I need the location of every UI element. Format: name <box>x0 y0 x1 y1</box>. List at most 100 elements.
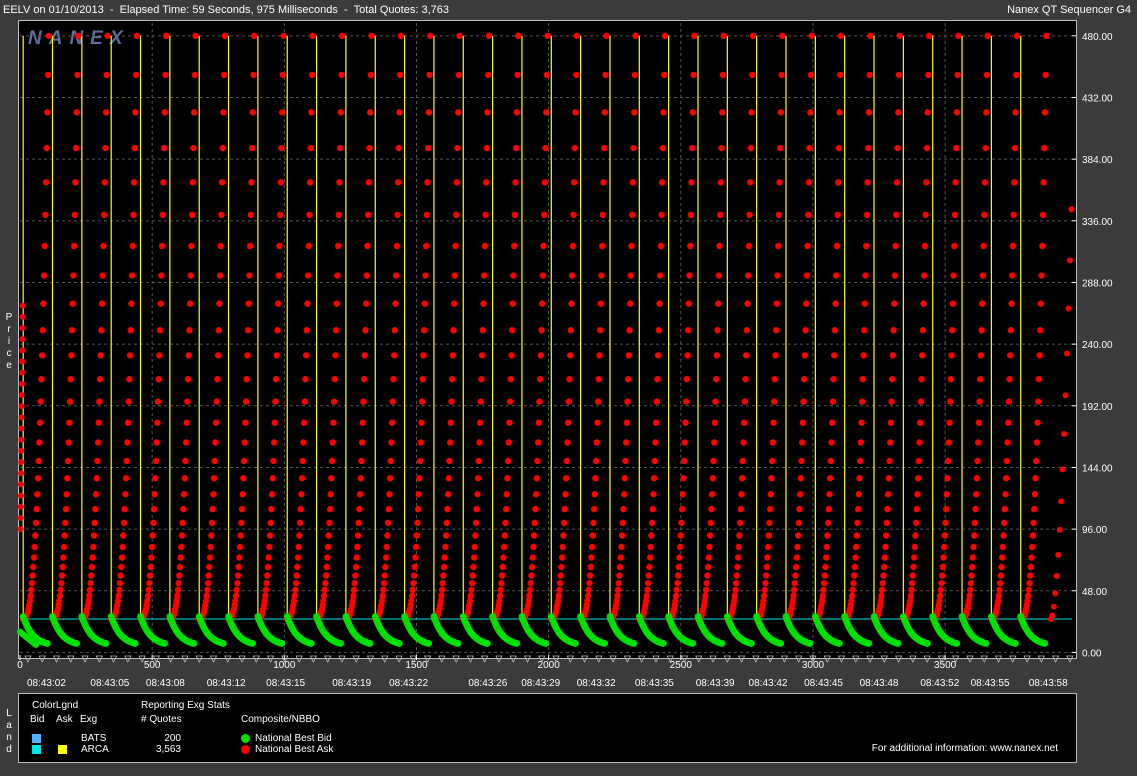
ask-dot <box>558 563 565 571</box>
x-minor-tick <box>452 655 460 663</box>
ask-dot <box>421 300 429 307</box>
ask-dot <box>884 491 892 498</box>
ask-dot <box>413 532 420 539</box>
ask-dot <box>938 572 946 579</box>
ask-dot <box>156 327 164 334</box>
ask-dot <box>594 419 601 426</box>
ask-dot <box>211 457 218 465</box>
ask-dot <box>453 179 461 186</box>
ask-dot <box>412 543 420 551</box>
ask-dot <box>298 491 305 498</box>
ask-dot <box>270 439 278 446</box>
ask-dot <box>1034 419 1041 426</box>
ask-dot <box>1049 612 1056 619</box>
ask-dot <box>248 179 255 186</box>
ask-dot <box>158 272 165 279</box>
ask-dot <box>821 572 828 579</box>
ask-dot <box>676 543 684 551</box>
ask-dot <box>233 586 240 594</box>
time-label: 08:43:35 <box>635 678 674 689</box>
ask-dot <box>704 563 712 571</box>
ask-dot <box>236 543 244 551</box>
ask-dot <box>807 109 814 116</box>
y-tick-label: 144.00 <box>1082 463 1113 474</box>
ask-dot <box>128 300 135 307</box>
ask-dot <box>1065 305 1072 312</box>
ask-dot <box>102 109 110 116</box>
ask-dot <box>891 300 898 307</box>
ask-dot <box>302 352 310 359</box>
ask-dot <box>60 554 67 561</box>
ask-dot <box>1032 475 1039 482</box>
ask-dot <box>1033 439 1041 446</box>
ask-dot <box>188 242 195 250</box>
ask-dot <box>18 380 25 387</box>
ask-dot <box>830 375 837 383</box>
ask-dot <box>447 419 454 426</box>
y-axis-letter: e <box>6 360 12 371</box>
ask-dot <box>19 302 26 309</box>
ask-dot <box>878 592 885 600</box>
ask-dot <box>646 563 653 571</box>
ask-dot <box>714 327 721 334</box>
ask-dot <box>682 398 690 405</box>
ask-dot <box>802 327 809 334</box>
ask-dot <box>206 554 214 561</box>
x-minor-tick <box>352 655 360 663</box>
ask-dot <box>366 144 373 152</box>
ask-dot <box>740 439 747 446</box>
bid-dot <box>249 640 257 647</box>
ask-dot <box>774 272 781 279</box>
ask-dot <box>976 398 983 405</box>
ask-dot <box>1005 419 1012 426</box>
ask-dot <box>1005 398 1013 405</box>
ask-dot <box>304 300 311 307</box>
ask-dot <box>925 71 932 79</box>
ask-dot <box>912 532 919 539</box>
ask-dot <box>628 242 635 250</box>
x-minor-tick <box>837 655 846 663</box>
ask-dot <box>508 352 515 359</box>
ask-dot <box>949 327 956 334</box>
ask-dot <box>684 352 691 359</box>
ask-dot <box>923 179 930 186</box>
ask-dot <box>302 375 309 383</box>
ask-dot <box>267 519 274 527</box>
ask-dot <box>764 554 771 561</box>
ask-dot <box>40 300 47 307</box>
ask-dot <box>973 475 981 482</box>
x-minor-tick <box>67 655 75 663</box>
ask-dot <box>595 375 603 383</box>
bid-dot <box>689 640 697 647</box>
x-minor-tick <box>580 655 589 663</box>
ask-dot <box>367 71 375 79</box>
ask-dot <box>124 419 132 426</box>
ask-dot <box>717 179 725 186</box>
ask-dot <box>645 572 652 579</box>
ask-dot <box>544 32 551 40</box>
ask-dot <box>826 491 833 498</box>
arca-ask-swatch <box>58 745 67 754</box>
ask-dot <box>534 439 542 446</box>
ask-dot <box>41 242 48 250</box>
ask-dot <box>216 300 223 307</box>
y-axis-letter: c <box>6 348 12 359</box>
ask-dot <box>19 358 26 365</box>
ask-dot <box>213 398 220 405</box>
ask-dot <box>921 242 929 250</box>
ask-dot <box>764 543 772 551</box>
ask-dot <box>476 419 484 426</box>
ask-dot <box>450 300 458 307</box>
y-tick-label: 384.00 <box>1082 155 1113 166</box>
ask-dot <box>942 519 949 527</box>
time-label: 08:43:45 <box>804 678 843 689</box>
ask-dot <box>396 109 403 116</box>
x-minor-tick <box>766 655 774 663</box>
ask-dot <box>122 475 130 482</box>
ask-dot <box>483 179 490 186</box>
ask-dot <box>654 375 661 383</box>
ask-dot <box>678 505 686 513</box>
ask-dot <box>155 375 162 383</box>
ask-dot <box>862 272 869 279</box>
ask-dot <box>39 327 46 334</box>
